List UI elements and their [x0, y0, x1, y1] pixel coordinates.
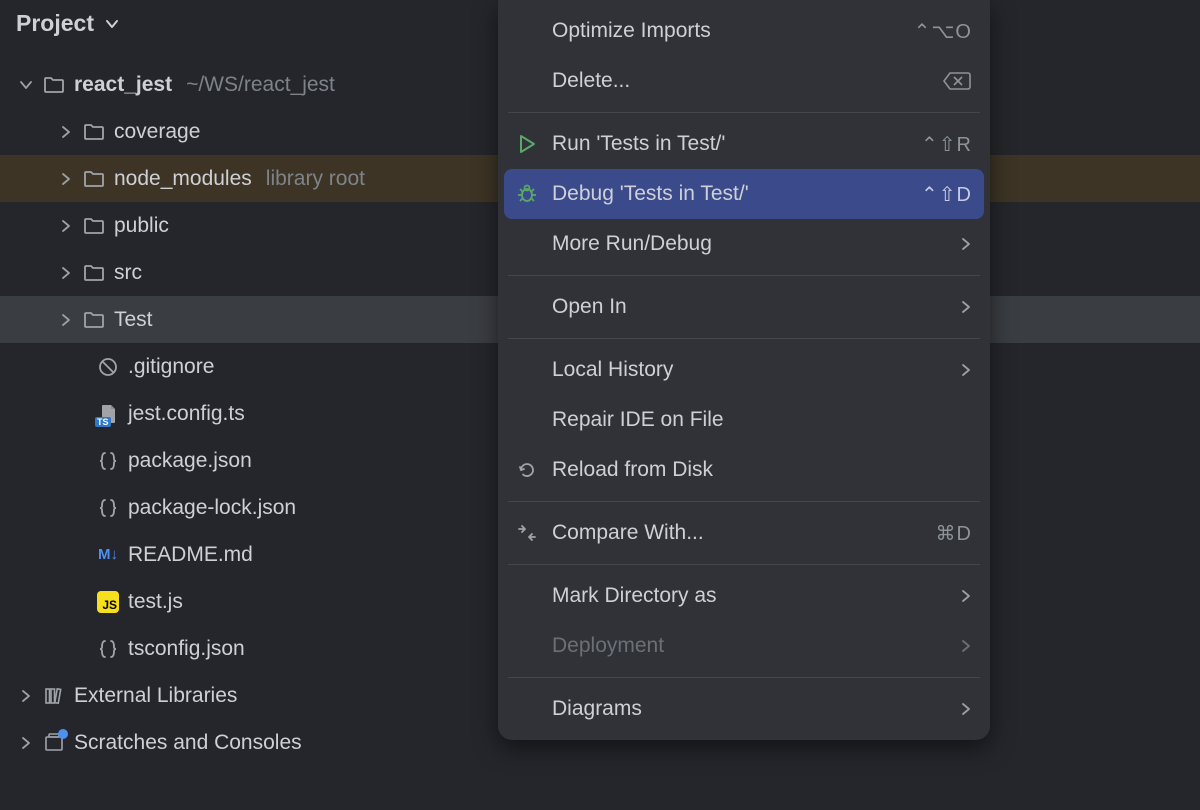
- folder-icon: [42, 73, 66, 97]
- chevron-right-icon[interactable]: [58, 313, 74, 327]
- chevron-down-icon[interactable]: [18, 78, 34, 92]
- ts-file-icon: TS: [96, 402, 120, 426]
- menu-repair-ide[interactable]: Repair IDE on File: [504, 395, 984, 445]
- folder-label: public: [114, 214, 169, 238]
- chevron-right-icon: [960, 702, 972, 716]
- tree-label: External Libraries: [74, 684, 237, 708]
- menu-separator: [508, 501, 980, 502]
- file-label: jest.config.ts: [128, 402, 245, 426]
- folder-icon: [82, 261, 106, 285]
- panel-title: Project: [16, 10, 94, 37]
- folder-icon: [82, 214, 106, 238]
- menu-label: Delete...: [552, 69, 932, 93]
- file-label: test.js: [128, 590, 183, 614]
- tree-label: Scratches and Consoles: [74, 731, 302, 755]
- menu-separator: [508, 564, 980, 565]
- json-icon: [96, 496, 120, 520]
- chevron-right-icon[interactable]: [58, 219, 74, 233]
- menu-label: Run 'Tests in Test/': [552, 132, 911, 156]
- chevron-right-icon[interactable]: [18, 689, 34, 703]
- menu-shortcut: ⌃⇧D: [921, 182, 972, 207]
- chevron-right-icon[interactable]: [18, 736, 34, 750]
- menu-optimize-imports[interactable]: Optimize Imports ⌃⌥O: [504, 6, 984, 56]
- menu-label: Repair IDE on File: [552, 408, 972, 432]
- menu-label: Deployment: [552, 634, 950, 658]
- scratches-icon: [42, 731, 66, 755]
- markdown-icon: M↓: [96, 543, 120, 567]
- chevron-right-icon[interactable]: [58, 172, 74, 186]
- menu-mark-directory-as[interactable]: Mark Directory as: [504, 571, 984, 621]
- menu-shortcut: ⌃⌥O: [914, 19, 972, 44]
- menu-label: Mark Directory as: [552, 584, 950, 608]
- menu-label: Optimize Imports: [552, 19, 904, 43]
- menu-debug-tests[interactable]: Debug 'Tests in Test/' ⌃⇧D: [504, 169, 984, 219]
- menu-separator: [508, 338, 980, 339]
- menu-label: Compare With...: [552, 521, 926, 545]
- menu-label: More Run/Debug: [552, 232, 950, 256]
- chevron-right-icon[interactable]: [58, 125, 74, 139]
- folder-label: react_jest: [74, 73, 172, 97]
- json-icon: [96, 637, 120, 661]
- folder-suffix: library root: [266, 167, 365, 191]
- menu-deployment: Deployment: [504, 621, 984, 671]
- file-label: package-lock.json: [128, 496, 296, 520]
- menu-more-run-debug[interactable]: More Run/Debug: [504, 219, 984, 269]
- context-menu: Optimize Imports ⌃⌥O Delete... Run 'Test…: [498, 0, 990, 740]
- menu-reload-from-disk[interactable]: Reload from Disk: [504, 445, 984, 495]
- menu-diagrams[interactable]: Diagrams: [504, 684, 984, 734]
- folder-label: src: [114, 261, 142, 285]
- reload-icon: [512, 460, 542, 480]
- chevron-down-icon[interactable]: [104, 16, 120, 32]
- file-label: tsconfig.json: [128, 637, 245, 661]
- js-file-icon: JS: [96, 590, 120, 614]
- chevron-right-icon: [960, 237, 972, 251]
- folder-label: Test: [114, 308, 153, 332]
- folder-icon: [82, 308, 106, 332]
- menu-compare-with[interactable]: Compare With... ⌘D: [504, 508, 984, 558]
- folder-icon: [82, 167, 106, 191]
- menu-separator: [508, 677, 980, 678]
- compare-icon: [512, 523, 542, 543]
- delete-key-icon: [942, 71, 972, 91]
- chevron-right-icon: [960, 300, 972, 314]
- menu-label: Open In: [552, 295, 950, 319]
- library-icon: [42, 684, 66, 708]
- menu-run-tests[interactable]: Run 'Tests in Test/' ⌃⇧R: [504, 119, 984, 169]
- json-icon: [96, 449, 120, 473]
- menu-shortcut: ⌘D: [936, 521, 972, 546]
- bug-icon: [512, 183, 542, 205]
- menu-label: Reload from Disk: [552, 458, 972, 482]
- menu-delete[interactable]: Delete...: [504, 56, 984, 106]
- folder-icon: [82, 120, 106, 144]
- folder-path: ~/WS/react_jest: [186, 73, 335, 97]
- menu-open-in[interactable]: Open In: [504, 282, 984, 332]
- chevron-right-icon[interactable]: [58, 266, 74, 280]
- menu-label: Diagrams: [552, 697, 950, 721]
- folder-label: coverage: [114, 120, 200, 144]
- menu-local-history[interactable]: Local History: [504, 345, 984, 395]
- file-label: .gitignore: [128, 355, 214, 379]
- menu-label: Local History: [552, 358, 950, 382]
- file-label: README.md: [128, 543, 253, 567]
- play-icon: [512, 134, 542, 154]
- menu-shortcut: ⌃⇧R: [921, 132, 972, 157]
- menu-separator: [508, 112, 980, 113]
- folder-label: node_modules: [114, 167, 252, 191]
- ignore-icon: [96, 355, 120, 379]
- chevron-right-icon: [960, 639, 972, 653]
- chevron-right-icon: [960, 363, 972, 377]
- menu-label: Debug 'Tests in Test/': [552, 182, 911, 206]
- chevron-right-icon: [960, 589, 972, 603]
- menu-separator: [508, 275, 980, 276]
- file-label: package.json: [128, 449, 252, 473]
